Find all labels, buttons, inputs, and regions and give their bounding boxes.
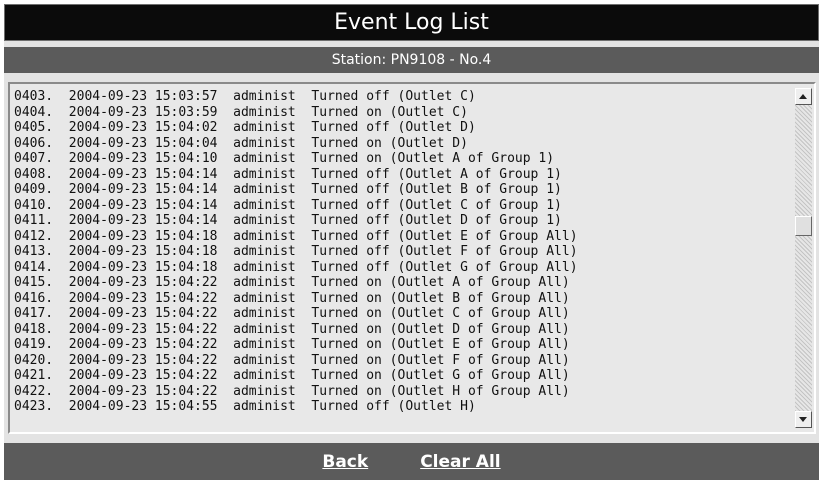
log-entry: 0420. 2004-09-23 15:04:22 administ Turne… [14,352,570,368]
log-entry: 0407. 2004-09-23 15:04:10 administ Turne… [14,151,555,166]
scroll-down-arrow-icon [799,417,807,422]
scroll-up-arrow-icon [799,94,807,99]
log-entry: 0404. 2004-09-23 15:03:59 administ Turne… [14,104,468,120]
event-log-page: Event Log List Station: PN9108 - No.4 04… [4,4,819,480]
clear-all-link[interactable]: Clear All [420,452,500,472]
log-entry: 0415. 2004-09-23 15:04:22 administ Turne… [14,275,570,290]
scroll-up-button[interactable] [795,88,812,105]
log-entry: 0403. 2004-09-23 15:03:57 administ Turne… [14,89,476,104]
page-title: Event Log List [4,4,819,41]
station-label: Station: PN9108 - No.4 [4,47,819,73]
log-entry: 0414. 2004-09-23 15:04:18 administ Turne… [14,259,578,275]
log-entry: 0423. 2004-09-23 15:04:55 administ Turne… [14,399,476,414]
log-entry: 0417. 2004-09-23 15:04:22 administ Turne… [14,306,570,321]
log-entry: 0416. 2004-09-23 15:04:22 administ Turne… [14,290,570,306]
log-entry: 0413. 2004-09-23 15:04:18 administ Turne… [14,244,578,259]
log-entry: 0419. 2004-09-23 15:04:22 administ Turne… [14,337,570,352]
scrollbar-thumb[interactable] [795,216,812,236]
log-entry: 0412. 2004-09-23 15:04:18 administ Turne… [14,228,578,244]
back-link[interactable]: Back [322,452,368,472]
footer-bar: Back Clear All [4,443,819,480]
vertical-scrollbar[interactable] [795,88,812,428]
log-entry: 0410. 2004-09-23 15:04:14 administ Turne… [14,197,562,213]
event-log-listbox[interactable]: 0403. 2004-09-23 15:03:57 administ Turne… [8,82,816,434]
log-entry: 0418. 2004-09-23 15:04:22 administ Turne… [14,321,570,337]
log-entry: 0422. 2004-09-23 15:04:22 administ Turne… [14,383,570,399]
event-log-entries: 0403. 2004-09-23 15:03:57 administ Turne… [14,89,794,415]
footer-links: Back Clear All [4,443,819,480]
log-entry: 0405. 2004-09-23 15:04:02 administ Turne… [14,120,476,135]
log-entry: 0408. 2004-09-23 15:04:14 administ Turne… [14,166,562,182]
log-entry: 0406. 2004-09-23 15:04:04 administ Turne… [14,135,468,151]
log-entry: 0411. 2004-09-23 15:04:14 administ Turne… [14,213,562,228]
log-entry: 0409. 2004-09-23 15:04:14 administ Turne… [14,182,562,197]
log-entry: 0421. 2004-09-23 15:04:22 administ Turne… [14,368,570,383]
scroll-down-button[interactable] [795,411,812,428]
